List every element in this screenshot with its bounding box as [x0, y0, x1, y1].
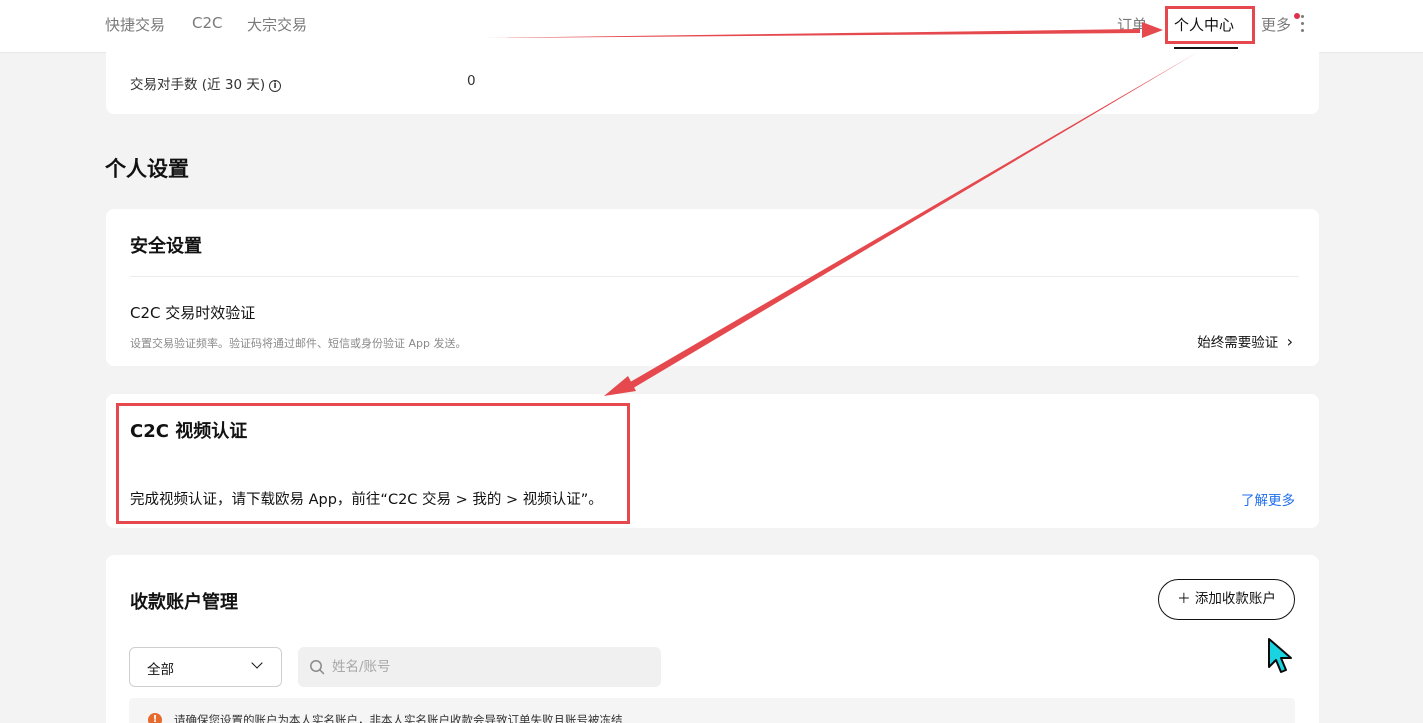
- nav-more[interactable]: 更多: [1261, 14, 1291, 35]
- chevron-down-icon: [251, 657, 263, 669]
- search-icon: [310, 660, 325, 675]
- kebab-menu-icon[interactable]: [1301, 15, 1305, 33]
- annotation-box-personal-center: [1165, 6, 1255, 44]
- payment-accounts-card: 收款账户管理 ＋ 添加收款账户 全部 ! 请确保您设置的账户为本人实名账户，非本…: [106, 555, 1319, 723]
- learn-more-link[interactable]: 了解更多: [1241, 489, 1295, 509]
- arrow-head-video-card: [604, 376, 636, 396]
- nav-block-trade[interactable]: 大宗交易: [247, 14, 307, 35]
- c2c-timeliness-desc: 设置交易验证频率。验证码将通过邮件、短信或身份验证 App 发送。: [130, 337, 467, 350]
- counterparties-value: 0: [467, 73, 476, 89]
- chevron-right-icon: ›: [1286, 332, 1293, 351]
- nav-quick-trade[interactable]: 快捷交易: [105, 14, 165, 35]
- security-heading: 安全设置: [130, 236, 202, 257]
- notice-bar: ! 请确保您设置的账户为本人实名账户，非本人实名账户收款会导致订单失败且账号被冻…: [129, 698, 1295, 723]
- annotation-box-video-verification: [116, 403, 630, 524]
- divider: [130, 276, 1299, 277]
- verification-frequency-link[interactable]: 始终需要验证 ›: [1197, 331, 1293, 351]
- verification-frequency-label: 始终需要验证: [1197, 335, 1279, 351]
- account-type-select[interactable]: 全部: [129, 647, 282, 687]
- info-icon[interactable]: i: [269, 80, 282, 92]
- mouse-cursor-icon: [1268, 638, 1292, 673]
- account-search[interactable]: [298, 647, 661, 687]
- trade-stats-card: 交易对手数 (近 30 天) i 0: [106, 52, 1319, 114]
- add-payment-account-button[interactable]: ＋ 添加收款账户: [1158, 579, 1295, 620]
- warning-icon: !: [148, 713, 162, 723]
- personal-settings-title: 个人设置: [105, 157, 189, 181]
- payment-heading: 收款账户管理: [130, 592, 238, 613]
- security-settings-card: 安全设置 C2C 交易时效验证 设置交易验证频率。验证码将通过邮件、短信或身份验…: [106, 209, 1319, 366]
- search-input[interactable]: [332, 647, 652, 687]
- notification-dot: [1294, 13, 1300, 19]
- notice-text: 请确保您设置的账户为本人实名账户，非本人实名账户收款会导致订单失败且账号被冻结: [174, 713, 623, 723]
- nav-active-indicator: [1174, 47, 1238, 49]
- account-type-selected: 全部: [147, 662, 174, 678]
- c2c-timeliness-title: C2C 交易时效验证: [130, 304, 256, 322]
- nav-c2c[interactable]: C2C: [192, 14, 223, 32]
- counterparties-label: 交易对手数 (近 30 天) i: [130, 73, 282, 93]
- nav-orders[interactable]: 订单: [1117, 14, 1147, 35]
